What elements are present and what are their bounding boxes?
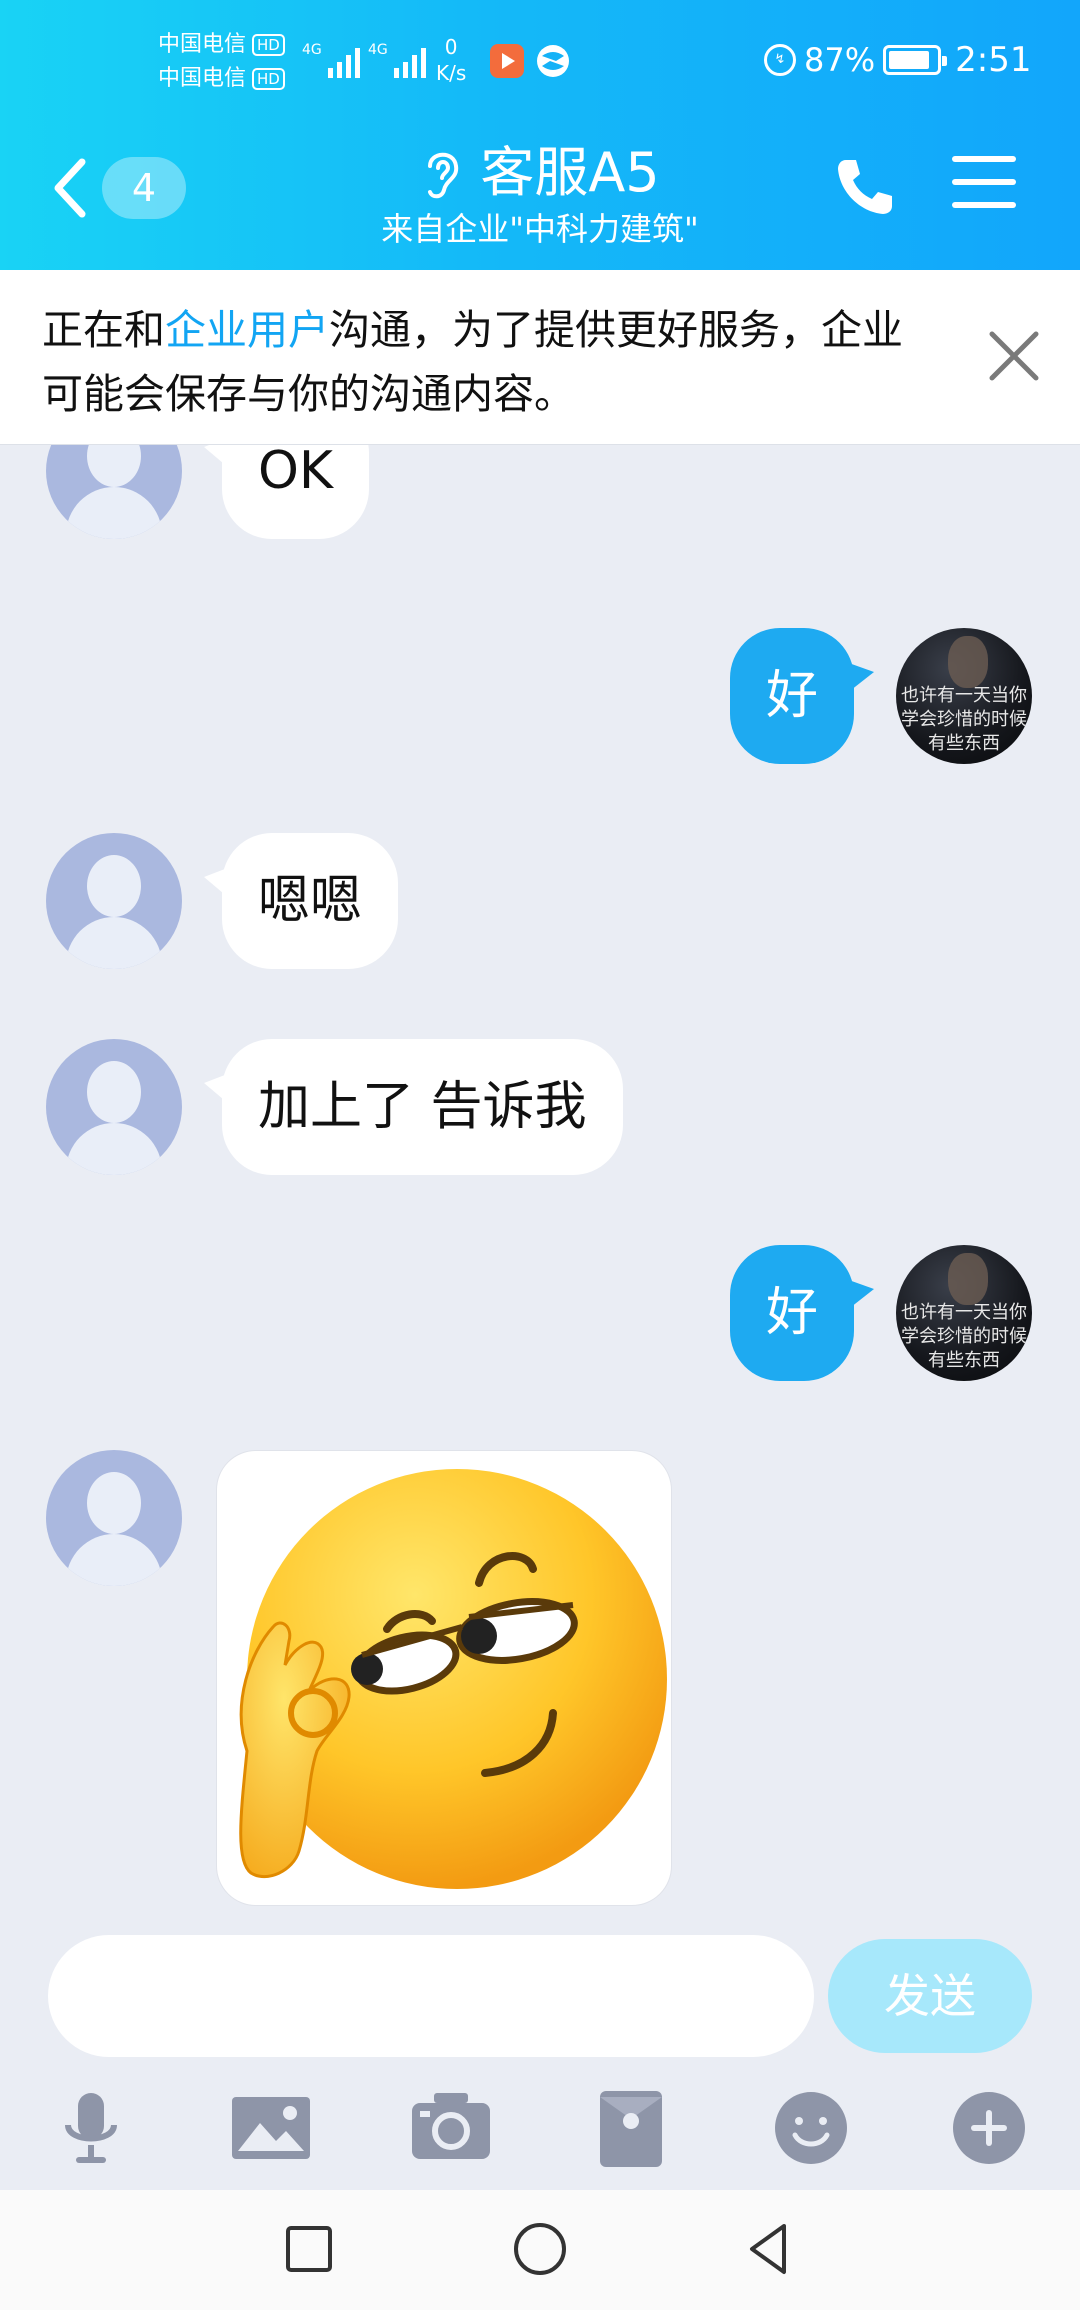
back-nav-button[interactable] xyxy=(736,2214,806,2284)
contact-avatar[interactable] xyxy=(46,445,182,539)
my-avatar-caption: 也许有一天当你 xyxy=(901,685,1027,706)
more-button[interactable] xyxy=(946,2085,1032,2171)
close-notice-button[interactable] xyxy=(986,328,1042,384)
chat-screen: 中国电信 HD 中国电信 HD 4G 4G 0 K/s ↯ 87% 2:51 4… xyxy=(0,0,1080,2310)
video-app-icon xyxy=(490,44,524,78)
my-avatar[interactable]: 也许有一天当你 学会珍惜的时候 有些东西 xyxy=(896,1245,1032,1381)
battery-icon xyxy=(883,45,948,75)
nav-bar: 4 客服A5 来自企业"中科力建筑" xyxy=(0,120,1080,270)
system-navigation-bar xyxy=(0,2190,1080,2310)
chat-subtitle: 来自企业"中科力建筑" xyxy=(381,210,699,248)
toolbar xyxy=(0,2075,1080,2190)
image-icon xyxy=(232,2097,310,2159)
contact-avatar[interactable] xyxy=(46,1450,182,1586)
carrier-info: 中国电信 HD 中国电信 HD xyxy=(158,28,285,96)
signal-icon: 4G xyxy=(302,42,360,78)
outgoing-message-bubble[interactable]: 好 xyxy=(729,628,875,764)
red-packet-icon xyxy=(600,2091,662,2167)
notice-text: 正在和企业用户沟通，为了提供更好服务，企业可能会保存与你的沟通内容。 xyxy=(42,298,942,426)
chat-title: 客服A5 xyxy=(480,141,660,204)
phone-icon xyxy=(838,160,892,214)
triangle-back-icon xyxy=(750,2224,786,2274)
send-button[interactable]: 发送 xyxy=(828,1939,1032,2053)
my-avatar-caption: 也许有一天当你 xyxy=(901,1302,1027,1323)
phone-call-button[interactable] xyxy=(832,154,898,220)
battery-percent: 87% xyxy=(804,41,876,79)
ear-icon xyxy=(428,152,459,199)
microphone-icon xyxy=(65,2093,117,2163)
contact-avatar[interactable] xyxy=(46,1039,182,1175)
close-icon xyxy=(989,331,1039,381)
my-avatar-caption: 有些东西 xyxy=(928,733,1000,754)
notice-text-before: 正在和 xyxy=(42,306,165,354)
ok-hand-smirk-emoji-icon xyxy=(239,1469,667,1889)
plus-icon xyxy=(953,2092,1025,2164)
unread-count-badge: 4 xyxy=(102,157,186,219)
incoming-message-bubble[interactable]: 嗯嗯 xyxy=(203,833,399,969)
home-button[interactable] xyxy=(505,2214,575,2284)
back-button[interactable]: 4 xyxy=(50,148,186,228)
chat-title-block[interactable]: 客服A5 来自企业"中科力建筑" xyxy=(270,140,810,250)
header: 中国电信 HD 中国电信 HD 4G 4G 0 K/s ↯ 87% 2:51 4… xyxy=(0,0,1080,270)
chevron-left-icon xyxy=(54,158,86,218)
hamburger-icon xyxy=(952,156,1016,208)
battery-saver-icon: ↯ xyxy=(764,44,796,76)
composer: 发送 xyxy=(0,1935,1080,2075)
square-icon xyxy=(286,2226,332,2272)
voice-button[interactable] xyxy=(48,2085,134,2171)
red-packet-button[interactable] xyxy=(588,2085,674,2171)
carrier-name-1: 中国电信 xyxy=(158,32,247,57)
emoji-button[interactable] xyxy=(768,2085,854,2171)
message-list[interactable]: OK 好 也许有一天当你 学会珍惜的时候 有些东西 嗯嗯 加上了 告诉我 好 也… xyxy=(0,445,1080,1935)
my-avatar-caption: 学会珍惜的时候 xyxy=(901,709,1027,730)
signal-type-label: 4G xyxy=(302,42,322,58)
image-button[interactable] xyxy=(228,2085,314,2171)
hd-badge: HD xyxy=(252,34,285,56)
privacy-notice: 正在和企业用户沟通，为了提供更好服务，企业可能会保存与你的沟通内容。 xyxy=(0,270,1080,445)
clock: 2:51 xyxy=(955,40,1032,80)
status-bar: 中国电信 HD 中国电信 HD 4G 4G 0 K/s ↯ 87% 2:51 xyxy=(0,0,1080,120)
notice-highlight: 企业用户 xyxy=(165,306,329,354)
hd-badge: HD xyxy=(252,68,285,90)
contact-avatar[interactable] xyxy=(46,833,182,969)
my-avatar-caption: 有些东西 xyxy=(928,1350,1000,1371)
menu-button[interactable] xyxy=(952,156,1016,216)
incoming-message-bubble[interactable]: 加上了 告诉我 xyxy=(204,1039,623,1175)
battery-status: ↯ 87% 2:51 xyxy=(764,40,1031,80)
browser-app-icon xyxy=(536,44,570,78)
outgoing-message-bubble[interactable]: 好 xyxy=(729,1245,875,1381)
my-avatar[interactable]: 也许有一天当你 学会珍惜的时候 有些东西 xyxy=(896,628,1032,764)
sticker-message[interactable] xyxy=(216,1450,672,1906)
recents-button[interactable] xyxy=(274,2214,344,2284)
net-speed-unit: K/s xyxy=(436,61,467,85)
incoming-message-bubble[interactable]: OK xyxy=(203,445,370,539)
camera-button[interactable] xyxy=(408,2085,494,2171)
circle-icon xyxy=(514,2223,566,2275)
message-input[interactable] xyxy=(48,1935,814,2057)
emoji-icon xyxy=(775,2092,847,2164)
my-avatar-caption: 学会珍惜的时候 xyxy=(901,1326,1027,1347)
signal-type-label: 4G xyxy=(368,42,388,58)
signal-icon: 4G xyxy=(368,42,426,78)
net-speed: 0 K/s xyxy=(436,34,466,86)
carrier-name-2: 中国电信 xyxy=(158,66,247,91)
camera-icon xyxy=(412,2093,490,2159)
net-speed-value: 0 xyxy=(444,35,458,59)
